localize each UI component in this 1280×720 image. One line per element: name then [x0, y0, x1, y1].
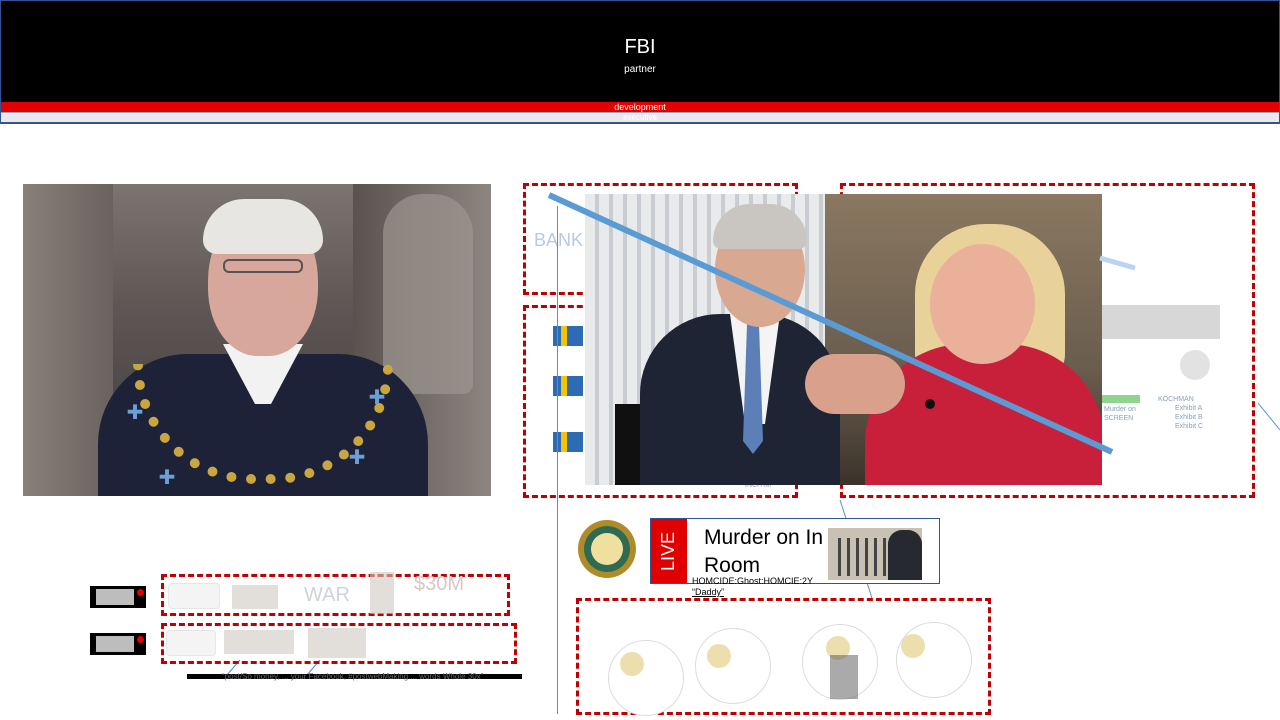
ghost-thumbnail [224, 630, 294, 654]
faded-line [1099, 255, 1136, 271]
vertical-divider [557, 206, 558, 714]
coin-icon [901, 634, 925, 658]
live-card-thumbnail[interactable] [828, 528, 922, 580]
coin-icon [620, 652, 644, 676]
live-card-caption: HOMCIDE:Ghost:HOMCIE:2Y [692, 576, 814, 586]
profile-circle[interactable] [695, 628, 771, 704]
live-label: LIVE [658, 531, 679, 571]
ghost-thumbnail [232, 585, 278, 609]
guard-figure [888, 530, 922, 580]
diagonal-strike-line [547, 192, 1114, 455]
coin-icon [707, 644, 731, 668]
seal-core [591, 533, 623, 565]
cell-bars [838, 538, 888, 576]
ghost-card [166, 630, 216, 656]
live-card-link[interactable]: “Daddy” [692, 587, 724, 597]
live-card-title: Murder on In Room [704, 526, 824, 577]
money-label: $30M [414, 573, 465, 595]
ghost-thumbnail [370, 572, 394, 614]
edge-line [1257, 402, 1280, 431]
usb-drive-icon [90, 586, 146, 608]
footnote-text: “post/So money, ... your Facebook, #post… [222, 672, 484, 681]
profile-circle[interactable] [896, 622, 972, 698]
ghost-figure [830, 655, 858, 699]
war-label: WAR [304, 584, 350, 606]
profile-circle[interactable] [608, 640, 684, 716]
usb-drive-icon [90, 633, 146, 655]
ghost-thumbnail [308, 628, 366, 658]
ghost-card [168, 583, 220, 609]
